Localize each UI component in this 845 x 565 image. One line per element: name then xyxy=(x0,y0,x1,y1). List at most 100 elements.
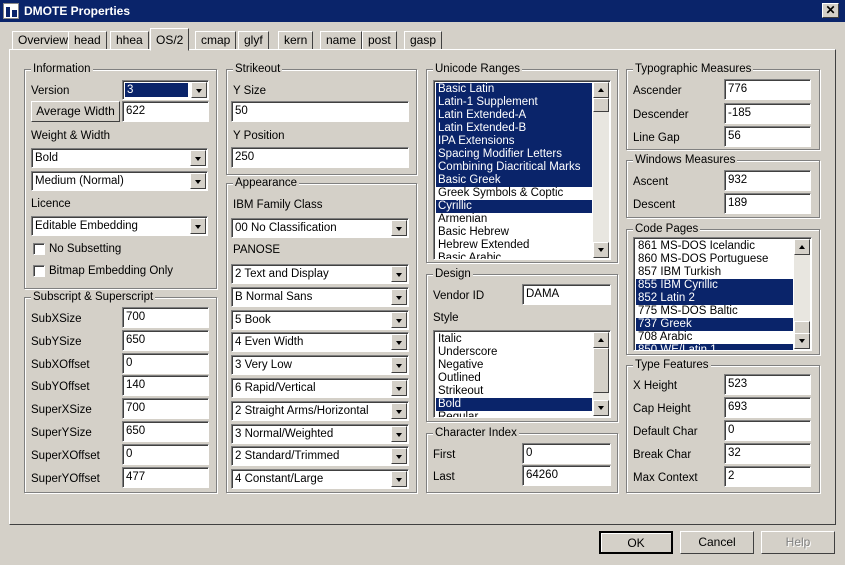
superyoffset-input[interactable]: 477 xyxy=(122,466,209,488)
unicode-range-item[interactable]: Greek Symbols & Coptic xyxy=(436,187,592,200)
ascent-input[interactable]: 932 xyxy=(724,170,811,191)
panose-dropdown-10[interactable]: 4 Constant/Large xyxy=(231,469,409,490)
x-height-input[interactable]: 523 xyxy=(724,374,811,395)
chevron-down-icon[interactable] xyxy=(190,150,206,166)
unicode-range-item[interactable]: Latin Extended-B xyxy=(436,122,592,135)
vendor-id-input[interactable]: DAMA xyxy=(522,284,611,305)
chevron-down-icon[interactable] xyxy=(391,448,407,465)
chevron-down-icon[interactable] xyxy=(391,266,407,282)
subyoffset-input[interactable]: 140 xyxy=(122,375,209,397)
unicode-range-item[interactable]: Basic Latin xyxy=(436,83,592,96)
subxoffset-input[interactable]: 0 xyxy=(122,352,209,374)
scroll-up-icon[interactable] xyxy=(593,82,609,98)
chevron-down-icon[interactable] xyxy=(391,380,407,396)
scroll-down-icon[interactable] xyxy=(593,400,609,416)
max-context-input[interactable]: 2 xyxy=(724,466,811,487)
unicode-range-item[interactable]: Spacing Modifier Letters xyxy=(436,148,592,161)
scroll-thumb[interactable] xyxy=(593,348,609,393)
version-dropdown[interactable]: 3 xyxy=(122,80,209,100)
ok-button[interactable]: OK xyxy=(599,531,673,554)
default-char-input[interactable]: 0 xyxy=(724,420,811,441)
chevron-down-icon[interactable] xyxy=(191,82,207,98)
scroll-up-icon[interactable] xyxy=(794,239,810,255)
chevron-down-icon[interactable] xyxy=(190,218,206,234)
style-item[interactable]: Regular xyxy=(436,411,592,417)
code-page-item[interactable]: 850 WE/Latin 1 xyxy=(636,344,793,350)
unicode-range-item[interactable]: Basic Arabic xyxy=(436,252,592,259)
panose-dropdown-8[interactable]: 3 Normal/Weighted xyxy=(231,423,409,444)
tab-name[interactable]: name xyxy=(320,31,363,50)
tab-os2[interactable]: OS/2 xyxy=(150,28,190,51)
licence-dropdown[interactable]: Editable Embedding xyxy=(31,216,208,236)
unicode-range-item[interactable]: Basic Hebrew xyxy=(436,226,592,239)
chevron-down-icon[interactable] xyxy=(391,288,407,305)
code-page-item[interactable]: 852 Latin 2 xyxy=(636,292,793,305)
chevron-down-icon[interactable] xyxy=(391,402,407,419)
style-item[interactable]: Bold xyxy=(436,398,592,411)
style-item[interactable]: Italic xyxy=(436,333,592,346)
cap-height-input[interactable]: 693 xyxy=(724,397,811,418)
descender-input[interactable]: -185 xyxy=(724,102,811,124)
unicode-range-item[interactable]: Armenian xyxy=(436,213,592,226)
unicode-range-item[interactable]: Latin Extended-A xyxy=(436,109,592,122)
scroll-down-icon[interactable] xyxy=(794,333,810,349)
help-button[interactable]: Help xyxy=(761,531,835,554)
tab-cmap[interactable]: cmap xyxy=(195,31,237,50)
unicode-ranges-list[interactable]: Basic Latin Latin-1 Supplement Latin Exten… xyxy=(433,80,611,260)
chevron-down-icon[interactable] xyxy=(391,334,407,351)
yposition-input[interactable]: 250 xyxy=(231,147,409,168)
ibm-family-class-dropdown[interactable]: 00 No Classification xyxy=(231,218,409,238)
superxsize-input[interactable]: 700 xyxy=(122,398,209,420)
tab-kern[interactable]: kern xyxy=(278,31,314,50)
code-page-item[interactable]: 737 Greek xyxy=(636,318,793,331)
bitmap-embedding-checkbox[interactable] xyxy=(33,265,45,277)
subysize-input[interactable]: 650 xyxy=(122,329,209,351)
panose-dropdown-6[interactable]: 6 Rapid/Vertical xyxy=(231,378,409,398)
code-page-item[interactable]: 708 Arabic xyxy=(636,331,793,344)
tab-head[interactable]: head xyxy=(68,31,107,50)
code-page-item[interactable]: 860 MS-DOS Portuguese xyxy=(636,253,793,266)
code-page-item[interactable]: 775 MS-DOS Baltic xyxy=(636,305,793,318)
last-input[interactable]: 64260 xyxy=(522,465,611,486)
panose-dropdown-9[interactable]: 2 Standard/Trimmed xyxy=(231,446,409,467)
code-page-item[interactable]: 855 IBM Cyrillic xyxy=(636,279,793,292)
line-gap-input[interactable]: 56 xyxy=(724,126,811,147)
code-page-item[interactable]: 861 MS-DOS Icelandic xyxy=(636,240,793,253)
unicode-ranges-scrollbar[interactable] xyxy=(593,82,609,258)
cancel-button[interactable]: Cancel xyxy=(680,531,754,554)
tab-gasp[interactable]: gasp xyxy=(404,31,443,50)
chevron-down-icon[interactable] xyxy=(391,471,407,488)
style-item[interactable]: Strikeout xyxy=(436,385,592,398)
chevron-down-icon[interactable] xyxy=(190,173,206,189)
ascender-input[interactable]: 776 xyxy=(724,79,811,100)
tab-glyf[interactable]: glyf xyxy=(238,31,269,50)
panose-dropdown-4[interactable]: 4 Even Width xyxy=(231,332,409,353)
scroll-up-icon[interactable] xyxy=(593,332,609,348)
tab-post[interactable]: post xyxy=(362,31,397,50)
unicode-range-item[interactable]: Latin-1 Supplement xyxy=(436,96,592,109)
break-char-input[interactable]: 32 xyxy=(724,443,811,464)
unicode-range-item[interactable]: Combining Diacritical Marks xyxy=(436,161,592,174)
panose-dropdown-3[interactable]: 5 Book xyxy=(231,309,409,330)
superxoffset-input[interactable]: 0 xyxy=(122,443,209,465)
close-button[interactable]: ✕ xyxy=(822,3,839,18)
style-item[interactable]: Negative xyxy=(436,359,592,372)
tab-overview[interactable]: Overview xyxy=(12,31,75,50)
weight-dropdown[interactable]: Bold xyxy=(31,148,208,168)
chevron-down-icon[interactable] xyxy=(391,220,407,236)
average-width-button[interactable]: Average Width xyxy=(31,101,120,122)
unicode-range-item[interactable]: Cyrillic xyxy=(436,200,592,213)
scroll-thumb[interactable] xyxy=(593,98,609,112)
chevron-down-icon[interactable] xyxy=(391,357,407,374)
chevron-down-icon[interactable] xyxy=(391,425,407,442)
panose-dropdown-5[interactable]: 3 Very Low xyxy=(231,355,409,376)
average-width-input[interactable]: 622 xyxy=(122,101,209,122)
panose-dropdown-2[interactable]: B Normal Sans xyxy=(231,286,409,307)
ysize-input[interactable]: 50 xyxy=(231,101,409,122)
unicode-range-item[interactable]: Hebrew Extended xyxy=(436,239,592,252)
style-list[interactable]: Italic Underscore Negative Outlined Strikeou… xyxy=(433,330,611,418)
code-page-item[interactable]: 857 IBM Turkish xyxy=(636,266,793,279)
code-pages-list[interactable]: 861 MS-DOS Icelandic 860 MS-DOS Portugues… xyxy=(633,237,812,351)
unicode-range-item[interactable]: IPA Extensions xyxy=(436,135,592,148)
first-input[interactable]: 0 xyxy=(522,443,611,464)
